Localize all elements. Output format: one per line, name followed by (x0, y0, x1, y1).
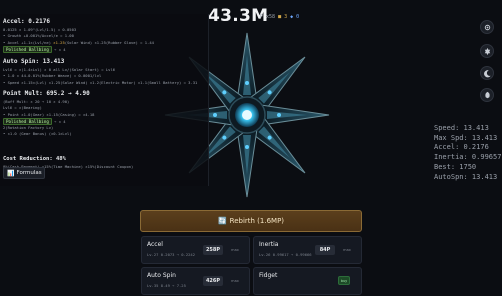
stat-line: • Growth +0.001%/Accel/e = 1.00 (3, 33, 74, 39)
spinner-blade (236, 128, 258, 198)
stat-line: • ×1.0 (Gear Bonus) (×0.1×Lvl) (3, 131, 72, 136)
side-stat: Max Spd: 13.413 (434, 133, 498, 142)
rebirth-button[interactable]: 🔄 Rebirth (1.6MP) (140, 210, 362, 232)
upgrade-action-button[interactable]: max (341, 246, 353, 254)
upgrade-card[interactable]: Auto Spin Lv.35 8.49 → 7.25 426P max (141, 267, 250, 295)
upgrade-card[interactable]: Accel Lv.27 0.2073 → 0.2242 258P max (141, 236, 250, 264)
stat-line: Polished Ballbing → × 4 (3, 46, 66, 54)
spinner-blade (260, 104, 330, 126)
upgrade-card[interactable]: Fidget buy (253, 267, 362, 295)
stat-line: 2(Rotation Factory Lv) (3, 124, 54, 130)
rate-part: x58 (266, 14, 279, 20)
side-stats: Speed: 13.413 Max Spd: 13.413 Accel: 0.217… (434, 124, 501, 182)
stat-line: • Point ×1.0(Gear) ×1.15(Casing) = ×4.18 (3, 111, 95, 117)
stat-line: 0.0125 × 1.09^(Lvl/1.5) = 0.0503 (3, 27, 77, 32)
formulas-label: Formulas (16, 170, 42, 176)
rebirth-icon: 🔄 (217, 217, 227, 225)
currency-bar: 43.3M P x58 ■ 3 ◆ 0 (200, 4, 340, 26)
rate-part: ◆ 0 (290, 14, 300, 20)
stat-line: Lvl6 = ×(1.4×Lvl) × 0 all Lv/(Solar Star… (3, 67, 116, 72)
upgrade-price-button[interactable]: 426P (203, 276, 223, 286)
upgrade-detail: Lv.27 0.2073 → 0.2242 (147, 252, 196, 257)
upgrade-detail: Lv.26 0.99617 → 0.99666 (259, 252, 312, 257)
side-stat: Speed: 13.413 (434, 124, 489, 132)
settings-icon[interactable] (480, 20, 494, 34)
upgrade-name: Auto Spin (147, 272, 176, 279)
spinner-blade (236, 32, 258, 102)
upgrade-detail: Lv.35 8.49 → 7.25 (147, 283, 186, 288)
upgrade-card[interactable]: Inertia Lv.26 0.99617 → 0.99666 84P max (253, 236, 362, 264)
stat-line: • 1.0 × 44.0.01%(Rubber Weave) = 0.0001/… (3, 73, 102, 79)
autospin-title: Auto Spin: 13.413 (3, 58, 65, 65)
accel-title: Accel: 0.2176 (3, 18, 50, 25)
rate-part: ■ 3 (278, 14, 291, 20)
stats-panel: Accel: 0.2176 0.0125 × 1.09^(Lvl/1.5) = … (0, 14, 209, 186)
side-stat: AutoSpn: 13.413 (434, 172, 498, 181)
upgrade-price-button[interactable]: 84P (315, 245, 335, 255)
stat-line: Lvl6 = ×(Bearing) (3, 105, 42, 111)
stat-line: • Speed ×1.15×(Lvl) ×1.25(Solar Wind) ×1… (3, 79, 198, 85)
upgrade-action-button[interactable]: max (229, 277, 241, 285)
side-stat: Inertia: 0.99657 (434, 153, 502, 162)
stat-line: (Buff Mult: × 20 → 10 × 4.90) (3, 99, 70, 104)
upgrade-price-button[interactable]: 258P (203, 245, 223, 255)
moon-icon[interactable] (480, 66, 494, 80)
upgrade-name: Fidget (259, 272, 278, 279)
upgrade-action-button[interactable]: buy (338, 276, 350, 285)
chart-icon: 📊 (7, 169, 15, 177)
rocket-icon[interactable] (480, 88, 494, 102)
stat-line: • Accel +1.1×(Lvl/ne) ×1.25(Solar Wind) … (3, 39, 154, 45)
side-stat: Best: 1750 (434, 162, 477, 171)
side-stat: Accel: 0.2176 (434, 143, 489, 152)
formulas-button[interactable]: 📊 Formulas (3, 167, 45, 179)
upgrade-name: Accel (147, 241, 163, 248)
gear-icon[interactable] (480, 44, 494, 58)
pointmult-title: Point Mult: 695.2 → 4.90 (3, 90, 90, 97)
upgrade-action-button[interactable]: max (229, 246, 241, 254)
cost-reduction-title: Cost Reduction: 48% (3, 156, 66, 162)
rebirth-label: Rebirth (1.6MP) (229, 217, 285, 225)
rate-strip: P x58 ■ 3 ◆ 0 (260, 14, 299, 20)
upgrade-name: Inertia (259, 241, 279, 248)
